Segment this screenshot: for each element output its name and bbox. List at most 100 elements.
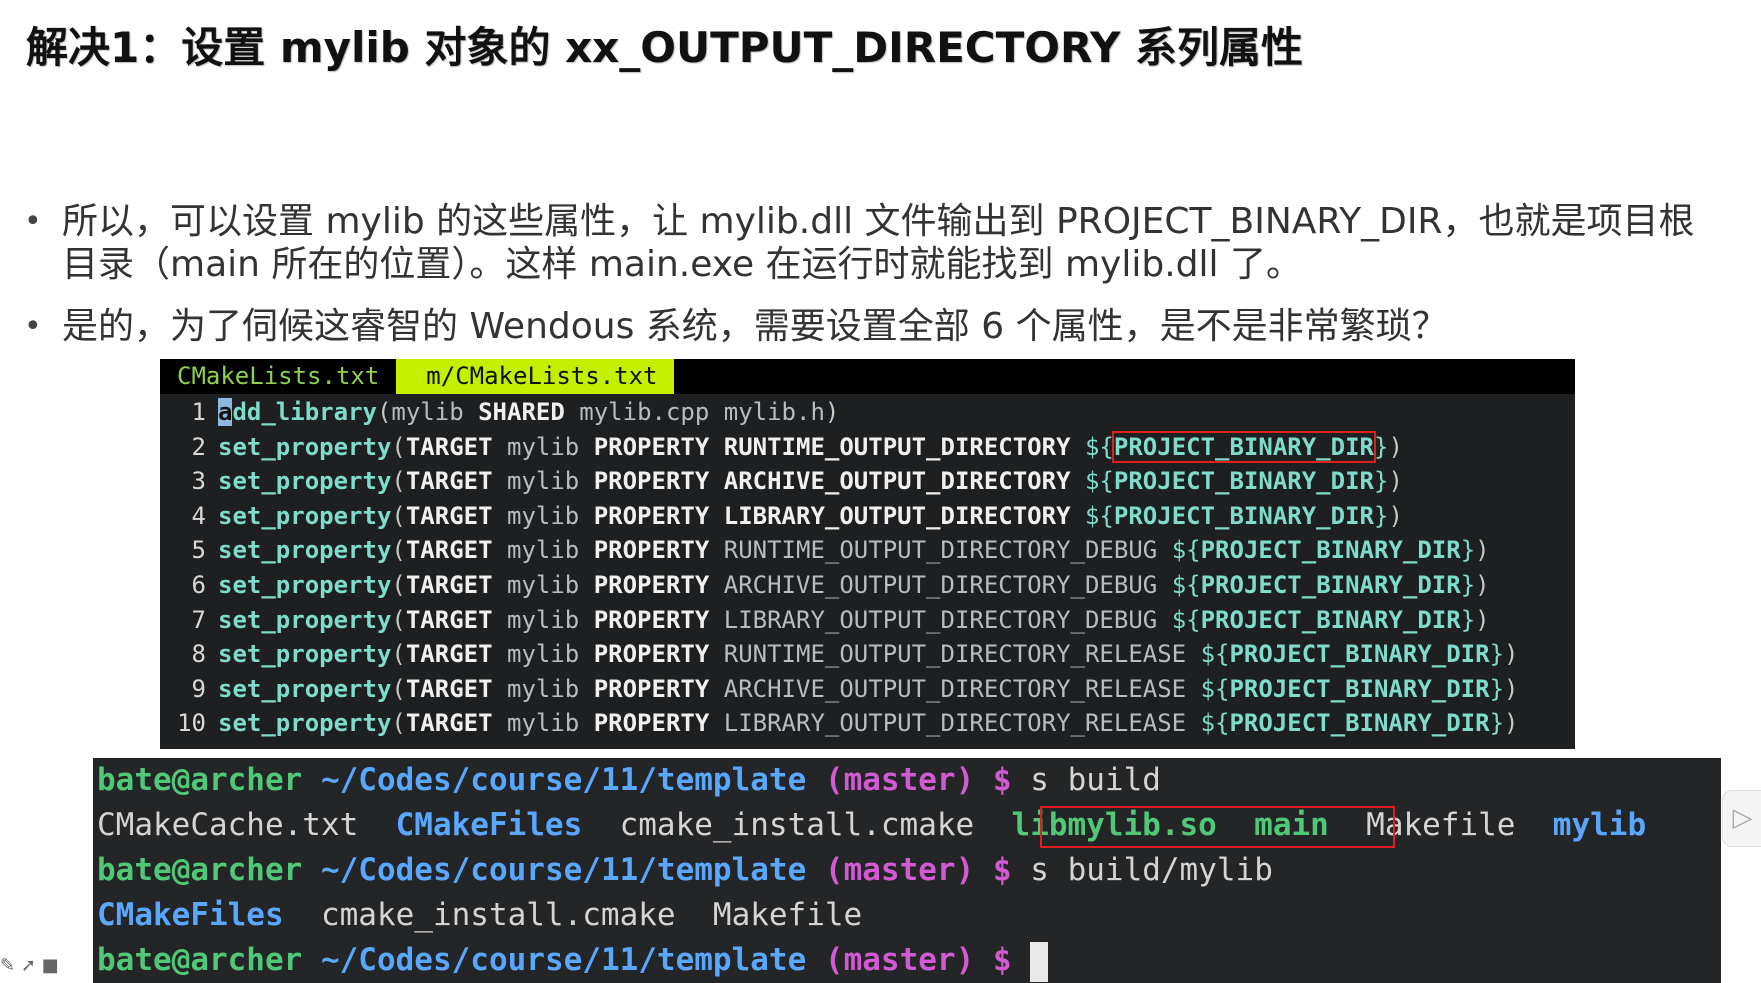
code-line: 9 set_property(TARGET mylib PROPERTY ARCH… bbox=[160, 672, 1575, 707]
keyword: PROPERTY bbox=[593, 501, 710, 530]
code-area[interactable]: 1 add_library(mylib SHARED mylib.cpp myli… bbox=[160, 394, 1575, 741]
file-entry: Makefile bbox=[712, 897, 863, 933]
code-line: 3 set_property(TARGET mylib PROPERTY ARCH… bbox=[160, 464, 1575, 499]
identifier: mylib bbox=[507, 432, 580, 461]
code-line: 6 set_property(TARGET mylib PROPERTY ARCH… bbox=[160, 568, 1575, 603]
var-close: } bbox=[1489, 640, 1505, 669]
tab-cmakelists[interactable]: CMakeLists.txt bbox=[160, 359, 396, 394]
property-name: RUNTIME_OUTPUT_DIRECTORY_DEBUG bbox=[723, 536, 1158, 565]
variable-name: PROJECT_BINARY_DIR bbox=[1200, 605, 1461, 634]
function-name: dd_library bbox=[232, 398, 377, 426]
function-name: set_property bbox=[218, 467, 392, 496]
keyword: PROPERTY bbox=[593, 467, 710, 496]
code-line: 7 set_property(TARGET mylib PROPERTY LIBR… bbox=[160, 603, 1575, 638]
keyword: TARGET bbox=[405, 536, 493, 565]
prompt-branch: (master) bbox=[824, 762, 975, 798]
function-name: set_property bbox=[218, 432, 392, 461]
prompt-path: ~/Codes/course/11/template bbox=[320, 762, 807, 798]
keyword: PROPERTY bbox=[593, 605, 710, 634]
paren: ) bbox=[1504, 709, 1519, 738]
slide-title: 解决1：设置 mylib 对象的 xx_OUTPUT_DIRECTORY 系列属… bbox=[26, 23, 1304, 72]
terminal-cursor bbox=[1030, 941, 1049, 982]
code-line: 2 set_property(TARGET mylib PROPERTY RUNT… bbox=[160, 430, 1575, 465]
eraser-icon[interactable]: ✎ bbox=[0, 955, 15, 976]
identifier: mylib bbox=[507, 640, 580, 669]
variable-name: PROJECT_BINARY_DIR bbox=[1113, 501, 1374, 530]
command: s build/mylib bbox=[1030, 852, 1273, 888]
command: s build bbox=[1030, 762, 1161, 798]
property-name: LIBRARY_OUTPUT_DIRECTORY_DEBUG bbox=[723, 605, 1158, 634]
prompt-dollar: $ bbox=[992, 762, 1012, 798]
terminal-line: bate@archer ~/Codes/course/11/template (… bbox=[93, 938, 1721, 983]
terminal-line: CMakeFiles cmake_install.cmake Makefile bbox=[93, 893, 1721, 938]
keyword: SHARED bbox=[478, 398, 565, 426]
bullet-text: 所以，可以设置 mylib 的这些属性，让 mylib.dll 文件输出到 PR… bbox=[62, 201, 1695, 285]
identifier: mylib bbox=[507, 674, 580, 703]
var-open: ${ bbox=[1084, 467, 1114, 496]
var-open: ${ bbox=[1171, 605, 1201, 634]
identifier: mylib bbox=[507, 570, 580, 599]
var-open: ${ bbox=[1171, 570, 1201, 599]
code-editor[interactable]: CMakeLists.txt m/CMakeLists.txt 1 add_lib… bbox=[160, 359, 1575, 749]
dir-entry: mylib bbox=[1552, 807, 1647, 843]
dir-entry: CMakeFiles bbox=[97, 897, 284, 933]
prompt-user: bate@archer bbox=[97, 762, 303, 798]
paren: ( bbox=[391, 570, 406, 599]
function-name: set_property bbox=[218, 536, 392, 565]
file-entry: cmake_install.cmake bbox=[619, 807, 975, 843]
variable-name: PROJECT_BINARY_DIR bbox=[1200, 570, 1461, 599]
keyword: PROPERTY bbox=[593, 640, 710, 669]
highlight-box bbox=[1040, 806, 1395, 848]
var-close: } bbox=[1460, 605, 1476, 634]
prompt-user: bate@archer bbox=[97, 942, 303, 978]
keyword: PROPERTY bbox=[593, 570, 710, 599]
var-open: ${ bbox=[1200, 709, 1230, 738]
bullet-dot: • bbox=[24, 309, 42, 344]
annotation-toolbar: ✎ ➚ ■ bbox=[0, 955, 59, 976]
paren: ) bbox=[1388, 467, 1403, 496]
paren: ( bbox=[391, 674, 406, 703]
identifier: mylib bbox=[507, 501, 580, 530]
paren: ( bbox=[376, 398, 392, 426]
paren: ) bbox=[1475, 605, 1490, 634]
bullet-item: • 所以，可以设置 mylib 的这些属性，让 mylib.dll 文件输出到 … bbox=[24, 200, 1724, 286]
terminal[interactable]: bate@archer ~/Codes/course/11/template (… bbox=[93, 758, 1721, 983]
prompt-dollar: $ bbox=[992, 852, 1012, 888]
prompt-branch: (master) bbox=[824, 852, 975, 888]
var-close: } bbox=[1373, 467, 1389, 496]
keyword: TARGET bbox=[405, 467, 493, 496]
function-name: set_property bbox=[218, 674, 392, 703]
bullet-item: • 是的，为了伺候这睿智的 Wendous 系统，需要设置全部 6 个属性，是不… bbox=[24, 305, 1724, 348]
property-name: LIBRARY_OUTPUT_DIRECTORY bbox=[723, 501, 1071, 530]
property-name: LIBRARY_OUTPUT_DIRECTORY_RELEASE bbox=[723, 709, 1187, 738]
paren: ( bbox=[391, 501, 406, 530]
code-line: 5 set_property(TARGET mylib PROPERTY RUNT… bbox=[160, 533, 1575, 568]
keyword: PROPERTY bbox=[593, 536, 710, 565]
paren: ( bbox=[391, 432, 406, 461]
sidebar-handle-icon[interactable]: ▷ bbox=[1722, 790, 1761, 847]
keyword: TARGET bbox=[405, 640, 493, 669]
identifier: mylib bbox=[507, 536, 580, 565]
camera-icon[interactable]: ■ bbox=[42, 955, 59, 976]
keyword: TARGET bbox=[405, 501, 493, 530]
var-open: ${ bbox=[1084, 501, 1114, 530]
var-open: ${ bbox=[1200, 674, 1230, 703]
pointer-icon[interactable]: ➚ bbox=[21, 955, 36, 976]
paren: ) bbox=[1475, 536, 1490, 565]
keyword: TARGET bbox=[405, 432, 493, 461]
function-name: set_property bbox=[218, 640, 392, 669]
line-number: 4 bbox=[191, 501, 206, 530]
var-close: } bbox=[1489, 709, 1505, 738]
line-number: 10 bbox=[177, 709, 206, 738]
variable-name: PROJECT_BINARY_DIR bbox=[1113, 467, 1374, 496]
terminal-line: bate@archer ~/Codes/course/11/template (… bbox=[93, 758, 1721, 803]
line-number: 7 bbox=[191, 605, 206, 634]
line-number: 9 bbox=[191, 674, 206, 703]
line-number: 6 bbox=[191, 570, 206, 599]
tab-m-cmakelists[interactable]: m/CMakeLists.txt bbox=[396, 359, 675, 394]
paren: ) bbox=[824, 398, 840, 426]
prompt-path: ~/Codes/course/11/template bbox=[320, 852, 807, 888]
var-close: } bbox=[1460, 570, 1476, 599]
